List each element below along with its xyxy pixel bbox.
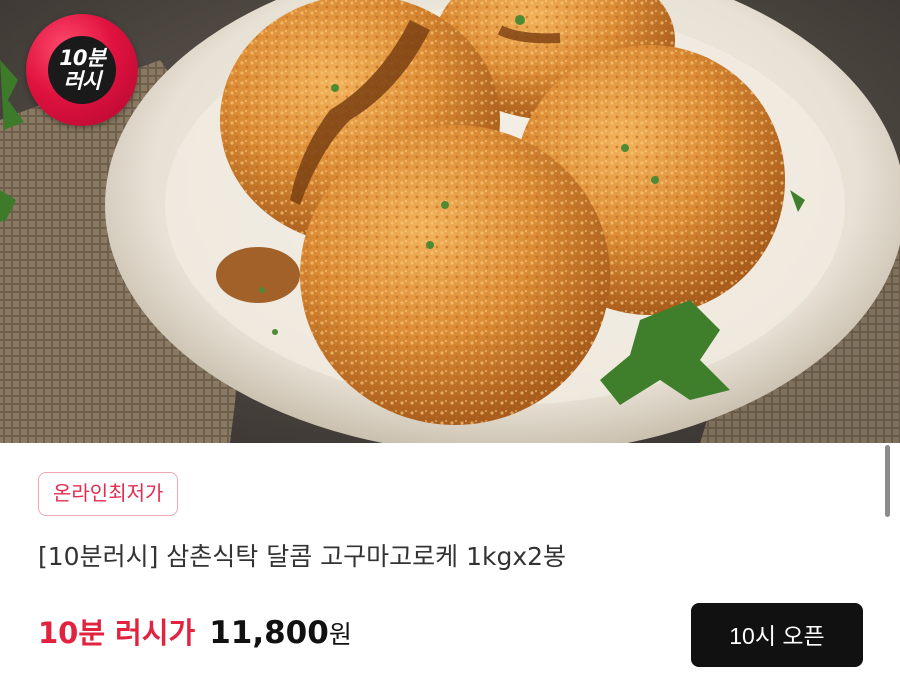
product-image[interactable]: 10분 러시 [0, 0, 900, 443]
badge-line-1: 10분 [59, 46, 106, 70]
price-amount: 11,800 [209, 615, 329, 651]
price-label: 10분 러시가 [38, 616, 196, 650]
badge-line-2: 러시 [63, 69, 102, 93]
product-title[interactable]: [10분러시] 삼촌식탁 달콤 고구마고로케 1kgx2봉 [38, 537, 566, 573]
price-row: 10분 러시가 11,800 원 [38, 610, 352, 656]
10min-rush-logo: 10분 러시 [26, 14, 138, 126]
lowest-price-tag: 온라인최저가 [38, 472, 179, 516]
open-time-button[interactable]: 10시 오픈 [691, 603, 863, 667]
price-unit: 원 [328, 620, 352, 649]
scrollbar[interactable] [885, 445, 890, 517]
